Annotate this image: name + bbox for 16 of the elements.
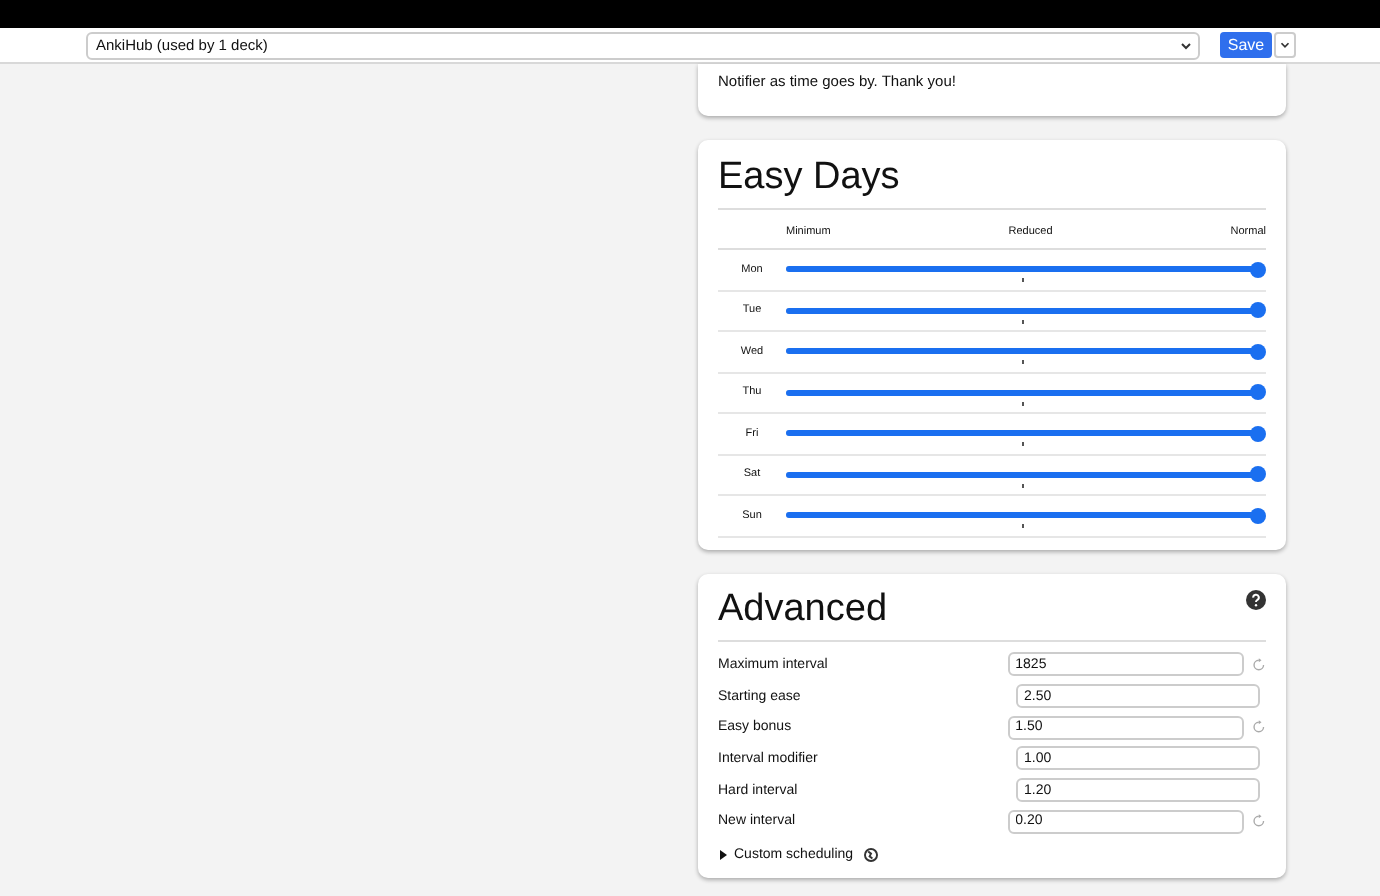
section-title: Advanced (718, 585, 888, 633)
expand-triangle-icon[interactable] (718, 849, 728, 860)
slider-thumb[interactable] (1250, 343, 1266, 360)
slider-thumb[interactable] (1250, 425, 1266, 442)
section-title: Easy Days (718, 154, 900, 202)
slider-thumb[interactable] (1250, 302, 1266, 319)
help-icon[interactable] (1246, 589, 1266, 609)
globe-icon (863, 847, 878, 862)
save-options-button[interactable] (1274, 32, 1296, 58)
slider-thumb[interactable] (1250, 466, 1266, 483)
slider-thumb[interactable] (1250, 384, 1266, 401)
slider-thumb[interactable] (1250, 261, 1266, 278)
slider-thumb[interactable] (1250, 507, 1266, 524)
save-button[interactable]: Save (1220, 32, 1272, 58)
caret-icon (1278, 38, 1292, 52)
caret-icon (1178, 37, 1194, 53)
